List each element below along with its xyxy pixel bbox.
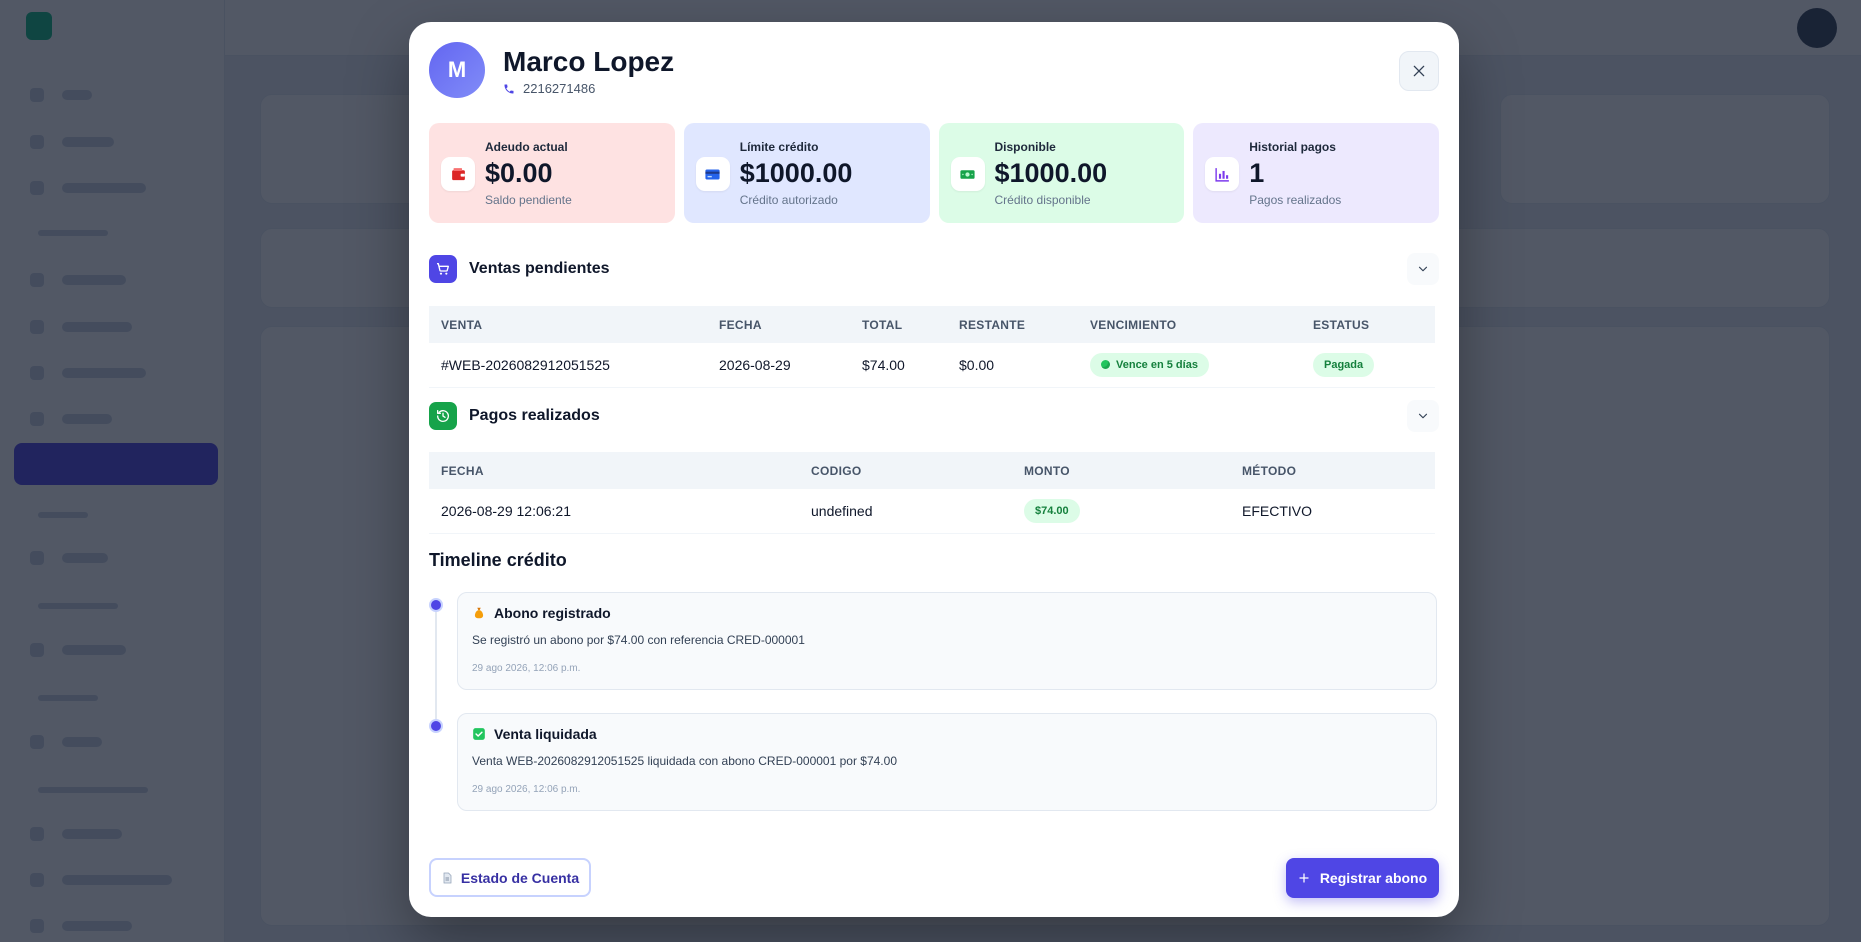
stat-subtitle: Crédito disponible xyxy=(994,193,1091,207)
stat-value: 1 xyxy=(1249,158,1265,188)
credit-summary-cards: Adeudo actual $0.00 Saldo pendiente Lími… xyxy=(429,123,1439,223)
register-payment-button[interactable]: Registrar abono xyxy=(1286,858,1439,898)
stat-card-disponible: Disponible $1000.00 Crédito disponible xyxy=(938,123,1185,223)
close-icon xyxy=(1413,65,1425,77)
sale-id: #WEB-2026082912051525 xyxy=(429,343,707,388)
payment-method: EFECTIVO xyxy=(1230,489,1435,534)
chart-icon xyxy=(1205,157,1240,191)
sale-status-cell: Pagada xyxy=(1301,343,1435,388)
plus-icon xyxy=(1299,873,1309,883)
timeline-event-header: Abono registrado xyxy=(472,605,1422,621)
payment-code: undefined xyxy=(799,489,1012,534)
close-button[interactable] xyxy=(1399,51,1439,91)
timeline-event-date: 29 ago 2026, 12:06 p.m. xyxy=(472,663,581,674)
sale-total: $74.00 xyxy=(850,343,947,388)
due-badge: Vence en 5 días xyxy=(1090,352,1209,377)
timeline-event: Venta liquidada Venta WEB-20260829120515… xyxy=(457,713,1437,811)
stat-subtitle: Pagos realizados xyxy=(1249,193,1342,207)
table-row[interactable]: 2026-08-29 12:06:21 undefined $74.00 EFE… xyxy=(429,489,1435,534)
payments-table: FECHA CODIGO MONTO MÉTODO 2026-08-29 12:… xyxy=(429,452,1435,534)
timeline-event-title: Venta liquidada xyxy=(494,726,597,742)
client-credit-modal: M Marco Lopez 2216271486 Adeudo actual $… xyxy=(409,22,1459,917)
payments-header: Pagos realizados xyxy=(429,400,1439,432)
column-header: VENCIMIENTO xyxy=(1090,317,1177,332)
stat-value: $0.00 xyxy=(485,158,553,188)
timeline-event-header: Venta liquidada xyxy=(472,726,1422,742)
payment-date: 2026-08-29 12:06:21 xyxy=(429,489,799,534)
stat-card-adeudo: Adeudo actual $0.00 Saldo pendiente xyxy=(429,123,675,223)
credit-card-icon xyxy=(695,157,730,191)
payment-amount-badge: $74.00 xyxy=(1024,498,1080,523)
pending-sales-table: VENTA FECHA TOTAL RESTANTE VENCIMIENTO E… xyxy=(429,306,1435,388)
table-header-row: FECHA CODIGO MONTO MÉTODO xyxy=(429,452,1435,489)
column-header: CODIGO xyxy=(811,463,862,478)
column-header: FECHA xyxy=(441,463,484,478)
column-header: VENTA xyxy=(441,317,483,332)
timeline-dot xyxy=(429,598,443,612)
sale-remaining: $0.00 xyxy=(947,343,1078,388)
history-icon xyxy=(429,402,457,430)
timeline-event: Abono registrado Se registró un abono po… xyxy=(457,592,1437,690)
cart-icon xyxy=(429,255,457,283)
column-header: MONTO xyxy=(1024,463,1070,478)
stat-label: Historial pagos xyxy=(1249,140,1336,154)
client-phone: 2216271486 xyxy=(503,81,595,96)
timeline-event-date: 29 ago 2026, 12:06 p.m. xyxy=(472,784,581,795)
stat-subtitle: Saldo pendiente xyxy=(485,193,572,207)
timeline-event-description: Venta WEB-2026082912051525 liquidada con… xyxy=(472,754,897,768)
money-icon xyxy=(950,157,985,191)
section-title: Ventas pendientes xyxy=(469,260,610,277)
client-avatar: M xyxy=(429,42,485,98)
payment-amount-cell: $74.00 xyxy=(1012,489,1230,534)
timeline-dot xyxy=(429,719,443,733)
column-header: ESTATUS xyxy=(1313,317,1370,332)
wallet-icon xyxy=(441,157,475,191)
stat-value: $1000.00 xyxy=(739,158,853,188)
account-statement-button[interactable]: Estado de Cuenta xyxy=(429,858,591,897)
timeline-connector xyxy=(435,605,437,725)
column-header: TOTAL xyxy=(862,317,903,332)
register-payment-label: Registrar abono xyxy=(1319,870,1428,886)
pending-sales-header: Ventas pendientes xyxy=(429,253,1439,285)
sale-due-cell: Vence en 5 días xyxy=(1078,343,1301,388)
stat-value: $1000.00 xyxy=(994,158,1108,188)
stat-label: Límite crédito xyxy=(739,140,819,154)
client-phone-number: 2216271486 xyxy=(523,81,596,96)
stat-card-historial: Historial pagos 1 Pagos realizados xyxy=(1193,123,1439,223)
timeline-title: Timeline crédito xyxy=(429,550,567,570)
status-badge: Pagada xyxy=(1313,352,1375,377)
timeline-event-description: Se registró un abono por $74.00 con refe… xyxy=(472,633,805,647)
document-icon xyxy=(443,872,452,883)
stat-subtitle: Crédito autorizado xyxy=(739,193,838,207)
money-bag-icon xyxy=(474,607,484,619)
sale-date: 2026-08-29 xyxy=(707,343,850,388)
chevron-down-icon xyxy=(1418,266,1428,272)
stat-card-limite: Límite crédito $1000.00 Crédito autoriza… xyxy=(683,123,930,223)
column-header: RESTANTE xyxy=(959,317,1026,332)
timeline-event-title: Abono registrado xyxy=(494,605,611,621)
account-statement-label: Estado de Cuenta xyxy=(460,869,580,886)
due-badge-text: Vence en 5 días xyxy=(1116,358,1198,371)
column-header: MÉTODO xyxy=(1242,463,1297,478)
table-header-row: VENTA FECHA TOTAL RESTANTE VENCIMIENTO E… xyxy=(429,306,1435,343)
section-title: Pagos realizados xyxy=(469,407,600,424)
chevron-down-icon xyxy=(1418,413,1428,419)
client-name: Marco Lopez xyxy=(503,46,675,77)
stat-label: Adeudo actual xyxy=(485,140,568,154)
check-icon xyxy=(473,728,485,740)
column-header: FECHA xyxy=(719,317,762,332)
collapse-pending-sales-button[interactable] xyxy=(1407,253,1439,285)
green-circle-icon xyxy=(1101,360,1110,370)
table-row[interactable]: #WEB-2026082912051525 2026-08-29 $74.00 … xyxy=(429,343,1435,388)
stat-label: Disponible xyxy=(994,140,1056,154)
collapse-payments-button[interactable] xyxy=(1407,400,1439,432)
phone-icon xyxy=(504,84,514,93)
